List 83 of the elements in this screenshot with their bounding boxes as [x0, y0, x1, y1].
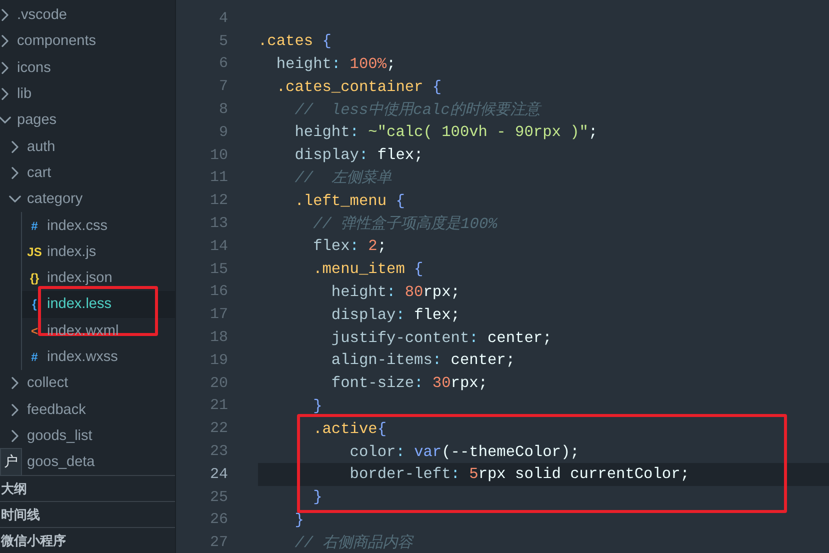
code-line: height: 100%; [275, 54, 397, 75]
line-number: 5 [218, 32, 228, 50]
chevron-down-icon [0, 116, 11, 124]
file-item[interactable]: { index.less [22, 291, 175, 318]
panel-header[interactable]: 大纲 [0, 475, 175, 502]
line-number: 19 [208, 352, 228, 369]
chevron-right-icon [11, 404, 19, 416]
line-number: 10 [208, 146, 228, 164]
code-line: display: flex; [330, 304, 461, 326]
line-number: 16 [208, 283, 228, 300]
line-number: 9 [218, 124, 228, 141]
folder-item[interactable]: .vscode [0, 2, 175, 28]
tooltip: 户 [0, 448, 22, 476]
line-number: 26 [208, 511, 228, 528]
code-line: // less中使用calc的时候要注意 [294, 100, 543, 121]
line-number: 22 [208, 420, 228, 438]
line-number: 4 [218, 10, 228, 27]
code-line: color: var(--themeColor); [348, 442, 580, 463]
code-line: height: ~"calc( 100vh - 90rpx )"; [294, 122, 599, 144]
file-type-icon: { [26, 297, 43, 312]
code-line: display: flex; [294, 145, 424, 166]
line-number: 21 [208, 397, 228, 414]
file-item[interactable]: JS index.js [22, 238, 175, 265]
line-number: 14 [208, 238, 228, 255]
line-number: 8 [218, 101, 228, 118]
code-line: // 左侧菜单 [294, 168, 393, 190]
file-item[interactable]: # index.css [22, 212, 175, 239]
code-line: } [294, 510, 305, 531]
folder-item[interactable]: collect [7, 370, 175, 396]
folder-item[interactable]: lib [0, 80, 175, 108]
line-number: 24 [208, 466, 228, 483]
chevron-right-icon [11, 140, 19, 153]
code-line: .active{ [312, 418, 388, 440]
line-number: 12 [208, 192, 228, 210]
line-number: 6 [218, 55, 228, 72]
file-item[interactable]: {} index.json [22, 264, 175, 292]
code-line: font-size: 30rpx; [330, 373, 488, 394]
code-line: justify-content: center; [330, 328, 553, 349]
chevron-right-icon [1, 35, 9, 48]
folder-item[interactable]: category [7, 186, 175, 212]
code-line: } [312, 396, 324, 417]
line-number: 20 [208, 374, 228, 392]
file-item[interactable]: # index.wxss [22, 344, 175, 370]
line-number: 13 [208, 215, 228, 232]
folder-item[interactable]: feedback [7, 396, 175, 423]
code-line: height: 80rpx; [330, 282, 461, 303]
chevron-right-icon [11, 166, 19, 179]
code-line: .cates { [258, 31, 332, 52]
line-number: 17 [208, 306, 228, 324]
code-line: .cates_container { [275, 76, 443, 98]
code-line: flex: 2; [312, 236, 388, 258]
folder-item[interactable]: cart [7, 160, 175, 186]
file-type-icon: < [26, 324, 43, 338]
line-number: 11 [208, 169, 228, 186]
chevron-right-icon [11, 430, 19, 442]
chevron-right-icon [11, 377, 19, 390]
folder-item[interactable]: icons [0, 54, 175, 81]
file-type-icon: # [26, 218, 43, 233]
line-number: 18 [208, 329, 228, 346]
file-type-icon: JS [26, 244, 43, 259]
chevron-right-icon [1, 88, 9, 100]
folder-item[interactable]: goods_list [7, 422, 175, 450]
file-type-icon: {} [26, 271, 43, 286]
panel-header[interactable]: 时间线 [0, 501, 175, 528]
panel-header[interactable]: 微信小程序 [0, 527, 175, 553]
line-number: 25 [208, 488, 228, 506]
chevron-right-icon [1, 9, 9, 22]
file-type-icon: # [26, 350, 43, 364]
code-line: // 右侧商品内容 [294, 533, 415, 553]
code-line: } [312, 487, 324, 508]
folder-item[interactable]: auth [7, 133, 175, 160]
code-line: // 弹性盒子项高度是100% [312, 214, 499, 235]
folder-item[interactable]: pages [0, 107, 175, 134]
folder-item[interactable]: components [0, 28, 175, 55]
line-number: 23 [208, 443, 228, 460]
chevron-down-icon [9, 195, 21, 204]
code-line: .menu_item { [312, 259, 424, 280]
line-number: 7 [218, 78, 228, 96]
code-line: .left_menu { [294, 190, 406, 212]
code-line: align-items: center; [330, 350, 516, 372]
line-number: 15 [208, 260, 228, 278]
line-number: 27 [208, 534, 228, 552]
chevron-right-icon [1, 62, 9, 74]
